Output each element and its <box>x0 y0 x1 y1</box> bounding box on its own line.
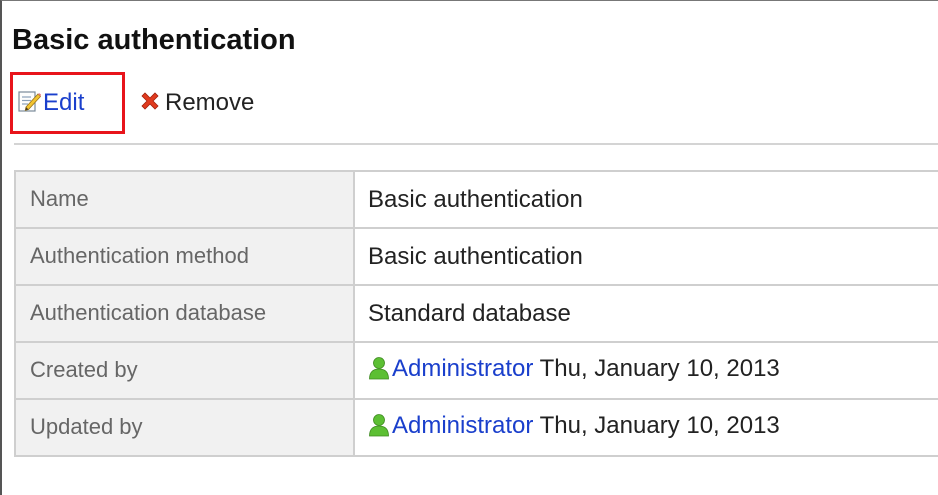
created-date: Thu, January 10, 2013 <box>539 354 780 382</box>
row-label: Name <box>14 170 355 229</box>
remove-button[interactable]: Remove <box>139 89 254 117</box>
details-table: Name Basic authentication Authentication… <box>14 170 938 457</box>
page-title: Basic authentication <box>12 24 296 56</box>
edit-button[interactable]: Edit <box>10 72 125 134</box>
row-label: Created by <box>14 341 355 400</box>
table-row: Updated by Administrator Thu, January 10… <box>14 398 938 457</box>
red-x-icon <box>139 90 161 117</box>
row-label: Authentication database <box>14 284 355 343</box>
edit-pencil-icon <box>17 89 42 118</box>
table-row: Authentication method Basic authenticati… <box>14 227 938 286</box>
row-value: Administrator Thu, January 10, 2013 <box>353 341 938 400</box>
updated-date: Thu, January 10, 2013 <box>539 411 780 439</box>
row-label: Updated by <box>14 398 355 457</box>
row-value: Basic authentication <box>353 227 938 286</box>
toolbar: Edit Remove <box>10 72 254 134</box>
remove-label: Remove <box>165 89 255 116</box>
user-icon <box>368 356 390 387</box>
row-value: Basic authentication <box>353 170 938 229</box>
table-row: Created by Administrator Thu, January 10… <box>14 341 938 400</box>
row-label: Authentication method <box>14 227 355 286</box>
user-link[interactable]: Administrator <box>392 355 533 382</box>
edit-label: Edit <box>43 89 85 116</box>
table-row: Name Basic authentication <box>14 170 938 229</box>
table-row: Authentication database Standard databas… <box>14 284 938 343</box>
row-value: Administrator Thu, January 10, 2013 <box>353 398 938 457</box>
user-icon <box>368 413 390 444</box>
row-value: Standard database <box>353 284 938 343</box>
divider <box>14 143 938 145</box>
user-link[interactable]: Administrator <box>392 412 533 439</box>
